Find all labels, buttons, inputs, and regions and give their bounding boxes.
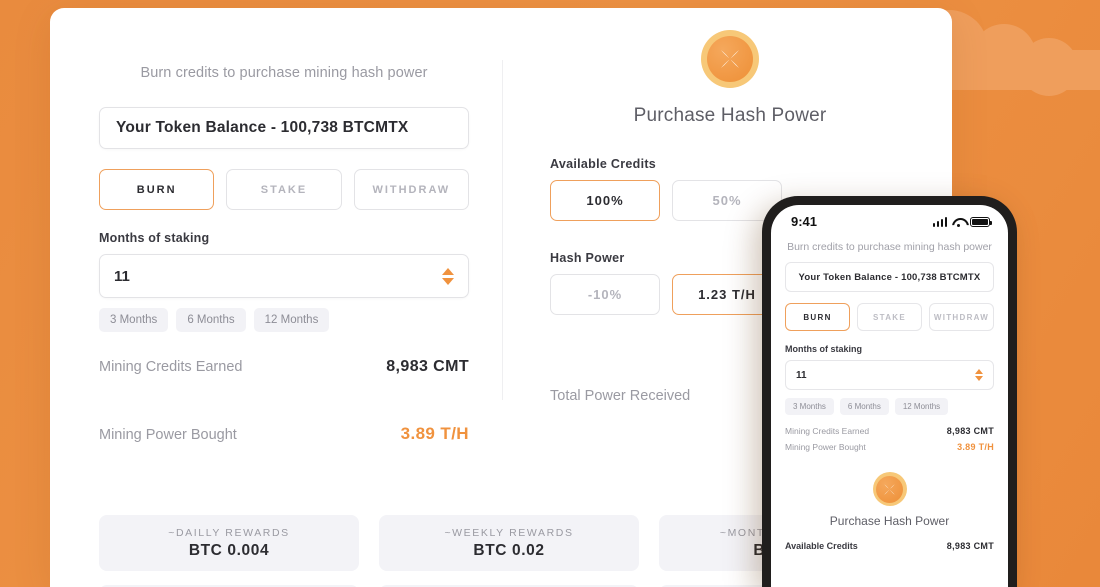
phone-available-credits-row: Available Credits 8,983 CMT xyxy=(785,541,994,551)
credit-option-100[interactable]: 100% xyxy=(550,180,660,221)
mining-credits-earned-value: 8,983 CMT xyxy=(386,358,469,375)
panel-subtitle: Burn credits to purchase mining hash pow… xyxy=(140,65,428,81)
reward-value: BTC 0.02 xyxy=(473,541,545,559)
burn-panel: Burn credits to purchase mining hash pow… xyxy=(99,8,469,444)
reward-card-weekly: ~WEEKLY REWARDS BTC 0.02 xyxy=(379,515,639,571)
phone-page-title: Purchase Hash Power xyxy=(829,514,950,528)
mining-power-bought-row: Mining Power Bought 3.89 T/H xyxy=(99,424,469,444)
phone-credits-earned-label: Mining Credits Earned xyxy=(785,426,870,436)
app-screenshot: Burn credits to purchase mining hash pow… xyxy=(0,0,1100,587)
reward-value: BTC 0.004 xyxy=(188,541,270,559)
phone-power-bought-row: Mining Power Bought 3.89 T/H xyxy=(785,442,994,452)
action-tabs: BURN STAKE WITHDRAW xyxy=(99,169,469,210)
chevron-down-icon[interactable] xyxy=(442,277,454,285)
mining-credits-earned-label: Mining Credits Earned xyxy=(99,359,243,375)
phone-available-credits-label: Available Credits xyxy=(785,541,858,551)
phone-credits-earned-row: Mining Credits Earned 8,983 CMT xyxy=(785,426,994,436)
phone-action-tabs: BURN STAKE WITHDRAW xyxy=(785,303,994,331)
x-glyph-icon xyxy=(884,483,895,495)
phone-power-bought-value: 3.89 T/H xyxy=(957,442,994,452)
phone-power-bought-label: Mining Power Bought xyxy=(785,442,866,452)
chevron-down-icon[interactable] xyxy=(975,376,983,381)
x-coin-logo-icon xyxy=(872,472,907,506)
phone-tab-burn[interactable]: BURN xyxy=(785,303,850,331)
phone-chip-3-months[interactable]: 3 Months xyxy=(785,398,834,415)
available-credits-label: Available Credits xyxy=(550,157,657,171)
battery-icon xyxy=(970,216,993,227)
phone-months-stepper[interactable]: 11 xyxy=(785,360,994,390)
phone-subtitle: Burn credits to purchase mining hash pow… xyxy=(787,241,992,253)
phone-mockup: 9:41 Burn credits to purchase mining has… xyxy=(762,196,1017,587)
tab-stake[interactable]: STAKE xyxy=(226,169,342,210)
months-value: 11 xyxy=(114,267,130,285)
phone-credits-earned-value: 8,983 CMT xyxy=(946,426,994,436)
phone-month-chips: 3 Months 6 Months 12 Months xyxy=(785,398,994,415)
chip-3-months[interactable]: 3 Months xyxy=(99,308,169,332)
x-glyph-icon xyxy=(721,50,739,68)
phone-chip-6-months[interactable]: 6 Months xyxy=(839,398,889,415)
status-time: 9:41 xyxy=(791,214,818,229)
chip-12-months[interactable]: 12 Months xyxy=(253,308,330,332)
hash-option-minus-10[interactable]: -10% xyxy=(550,274,660,315)
phone-content: Burn credits to purchase mining hash pow… xyxy=(771,241,1008,551)
token-balance-field[interactable]: Your Token Balance - 100,738 BTCMTX xyxy=(99,107,469,149)
phone-status-bar: 9:41 xyxy=(771,205,1008,229)
phone-months-value: 11 xyxy=(796,369,807,381)
phone-tab-stake[interactable]: STAKE xyxy=(857,303,922,331)
phone-tab-withdraw[interactable]: WITHDRAW xyxy=(929,303,994,331)
phone-months-label: Months of staking xyxy=(785,344,862,354)
signal-bars-icon xyxy=(932,216,947,227)
wifi-icon xyxy=(952,217,965,228)
reward-card-daily: ~DAILLY REWARDS BTC 0.004 xyxy=(99,515,359,571)
reward-label: ~DAILLY REWARDS xyxy=(168,526,290,539)
chevron-up-icon[interactable] xyxy=(975,369,983,374)
phone-token-balance-field[interactable]: Your Token Balance - 100,738 BTCMTX xyxy=(785,262,994,292)
months-stepper[interactable]: 11 xyxy=(99,254,469,298)
status-icons xyxy=(932,216,993,228)
tab-withdraw[interactable]: WITHDRAW xyxy=(353,169,469,210)
phone-screen: 9:41 Burn credits to purchase mining has… xyxy=(771,205,1008,587)
chip-6-months[interactable]: 6 Months xyxy=(176,308,246,332)
chevron-up-icon[interactable] xyxy=(442,267,454,275)
mining-power-bought-value: 3.89 T/H xyxy=(400,424,469,443)
stepper-arrows[interactable] xyxy=(442,267,454,285)
phone-available-credits-value: 8,983 CMT xyxy=(946,541,994,551)
reward-label: ~WEEKLY REWARDS xyxy=(444,526,574,539)
total-power-received-label: Total Power Received xyxy=(550,388,691,404)
page-title: Purchase Hash Power xyxy=(633,105,827,126)
phone-logo-container xyxy=(785,472,994,506)
months-of-staking-label: Months of staking xyxy=(99,231,210,245)
x-coin-logo-icon xyxy=(701,30,759,88)
month-preset-chips: 3 Months 6 Months 12 Months xyxy=(99,308,469,332)
logo-container xyxy=(550,30,910,88)
phone-stepper-arrows[interactable] xyxy=(975,369,983,381)
vertical-divider xyxy=(502,60,503,400)
phone-chip-12-months[interactable]: 12 Months xyxy=(894,398,949,415)
mining-credits-earned-row: Mining Credits Earned 8,983 CMT xyxy=(99,358,469,376)
tab-burn[interactable]: BURN xyxy=(99,169,215,210)
mining-power-bought-label: Mining Power Bought xyxy=(99,427,237,443)
